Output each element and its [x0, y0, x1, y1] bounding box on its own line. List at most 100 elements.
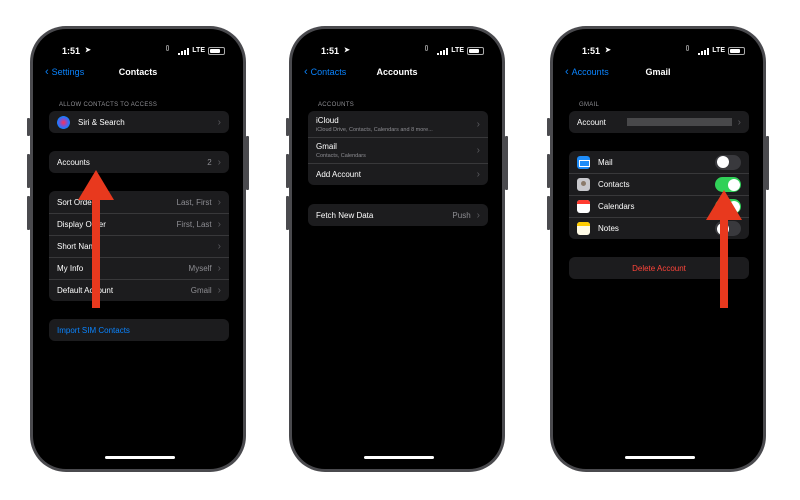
- navigation-bar: ‹ Accounts Gmail: [553, 66, 763, 81]
- row-label: Default Account: [57, 286, 114, 295]
- row-value: Myself: [188, 264, 212, 273]
- contacts-app-icon: [577, 178, 590, 191]
- row-label: Delete Account: [632, 263, 686, 273]
- row-value: Gmail: [190, 286, 212, 295]
- row-label: Contacts: [598, 180, 630, 189]
- accounts-row[interactable]: Accounts 2 ›: [49, 151, 229, 173]
- add-account-row[interactable]: Add Account ›: [308, 163, 488, 185]
- row-value: First, Last: [176, 220, 212, 229]
- network-label: LTE: [451, 47, 464, 54]
- row-value: Push: [452, 210, 471, 220]
- navigation-bar: ‹ Contacts Accounts: [292, 66, 502, 81]
- row-label: Fetch New Data: [316, 210, 374, 220]
- chevron-right-icon: ›: [476, 209, 480, 221]
- gmail-account-row[interactable]: Gmail Contacts, Calendars ›: [308, 137, 488, 163]
- section-header: ACCOUNTS: [318, 102, 355, 108]
- calendars-toggle-row: Calendars: [569, 195, 749, 217]
- status-bar: 1:51 ➤ LTE: [292, 45, 502, 58]
- battery-icon: [208, 47, 225, 55]
- microphone-indicator-icon: [425, 45, 428, 51]
- mail-icon: [577, 155, 590, 169]
- default-account-row[interactable]: Default Account Gmail ›: [49, 279, 229, 301]
- notes-toggle[interactable]: [715, 221, 741, 236]
- location-icon: ➤: [605, 47, 611, 54]
- chevron-right-icon: ›: [217, 263, 221, 274]
- chevron-right-icon: ›: [217, 241, 221, 252]
- status-time: 1:51: [582, 46, 601, 56]
- microphone-indicator-icon: [686, 45, 689, 51]
- import-sim-contacts-button[interactable]: Import SIM Contacts: [49, 319, 229, 341]
- status-bar: 1:51 ➤ LTE: [553, 45, 763, 58]
- chevron-right-icon: ›: [476, 145, 480, 156]
- siri-search-row[interactable]: Siri & Search ›: [49, 111, 229, 133]
- row-label: Accounts: [57, 157, 90, 167]
- row-label: Sort Order: [57, 197, 95, 207]
- short-name-row[interactable]: Short Name ›: [49, 235, 229, 257]
- calendars-toggle[interactable]: [715, 199, 741, 214]
- sort-order-row[interactable]: Sort Order Last, First ›: [49, 191, 229, 213]
- section-header: ALLOW CONTACTS TO ACCESS: [59, 102, 158, 108]
- contacts-settings-group: Sort Order Last, First › Display Order F…: [49, 191, 229, 301]
- row-subtitle: Contacts, Calendars: [316, 153, 366, 159]
- fetch-new-data-row[interactable]: Fetch New Data Push ›: [308, 204, 488, 226]
- phone-accounts-screen: 1:51 ➤ LTE ‹ Contacts Accounts ACCOUNTS i…: [286, 26, 508, 472]
- row-label: My Info: [57, 264, 84, 273]
- signal-icon: [178, 48, 189, 55]
- row-label: Notes: [598, 224, 619, 233]
- row-label: Calendars: [598, 202, 635, 211]
- chevron-right-icon: ›: [217, 116, 221, 128]
- account-row[interactable]: Account ›: [569, 111, 749, 133]
- calendar-icon: [577, 200, 590, 213]
- chevron-right-icon: ›: [476, 169, 480, 180]
- contacts-toggle-row: Contacts: [569, 173, 749, 195]
- mail-toggle-row: Mail: [569, 151, 749, 173]
- services-group: Mail Contacts Calendars Notes: [569, 151, 749, 239]
- row-label: Mail: [598, 157, 613, 167]
- home-indicator[interactable]: [105, 456, 175, 459]
- home-indicator[interactable]: [364, 456, 434, 459]
- delete-group: Delete Account: [569, 257, 749, 279]
- display-order-row[interactable]: Display Order First, Last ›: [49, 213, 229, 235]
- status-time: 1:51: [321, 46, 340, 56]
- row-label: Siri & Search: [78, 117, 125, 127]
- network-label: LTE: [712, 47, 725, 54]
- row-value: 2: [207, 157, 212, 167]
- battery-icon: [467, 47, 484, 55]
- chevron-right-icon: ›: [217, 219, 221, 230]
- navigation-bar: ‹ Settings Contacts: [33, 66, 243, 81]
- my-info-row[interactable]: My Info Myself ›: [49, 257, 229, 279]
- location-icon: ➤: [85, 47, 91, 54]
- row-label: Gmail: [316, 142, 337, 151]
- row-label: Account: [577, 117, 606, 127]
- chevron-right-icon: ›: [476, 118, 480, 130]
- chevron-right-icon: ›: [217, 285, 221, 296]
- notes-icon: [577, 222, 590, 235]
- notes-toggle-row: Notes: [569, 217, 749, 239]
- network-label: LTE: [192, 47, 205, 54]
- chevron-right-icon: ›: [217, 196, 221, 208]
- row-label: Import SIM Contacts: [57, 325, 130, 335]
- row-subtitle: iCloud Drive, Contacts, Calendars and 8 …: [316, 126, 433, 133]
- page-title: Contacts: [118, 67, 158, 77]
- phone-contacts-screen: 1:51 ➤ LTE ‹ Settings Contacts ALLOW CONT…: [27, 26, 249, 472]
- siri-group: Siri & Search ›: [49, 111, 229, 133]
- section-header: GMAIL: [579, 102, 600, 108]
- row-label: Display Order: [57, 220, 106, 229]
- accounts-group: Accounts 2 ›: [49, 151, 229, 173]
- mail-toggle[interactable]: [715, 154, 741, 170]
- row-value: Last, First: [176, 197, 212, 207]
- home-indicator[interactable]: [625, 456, 695, 459]
- account-group: Account ›: [569, 111, 749, 133]
- fetch-group: Fetch New Data Push ›: [308, 204, 488, 226]
- signal-icon: [698, 48, 709, 55]
- signal-icon: [437, 48, 448, 55]
- row-text: Gmail Contacts, Calendars: [316, 142, 477, 159]
- contacts-toggle[interactable]: [715, 177, 741, 192]
- row-label: iCloud: [316, 115, 339, 125]
- import-group: Import SIM Contacts: [49, 319, 229, 341]
- row-label: Short Name: [57, 242, 100, 251]
- delete-account-button[interactable]: Delete Account: [569, 257, 749, 279]
- icloud-account-row[interactable]: iCloud iCloud Drive, Contacts, Calendars…: [308, 111, 488, 137]
- page-title: Gmail: [645, 67, 671, 77]
- status-time: 1:51: [62, 46, 81, 56]
